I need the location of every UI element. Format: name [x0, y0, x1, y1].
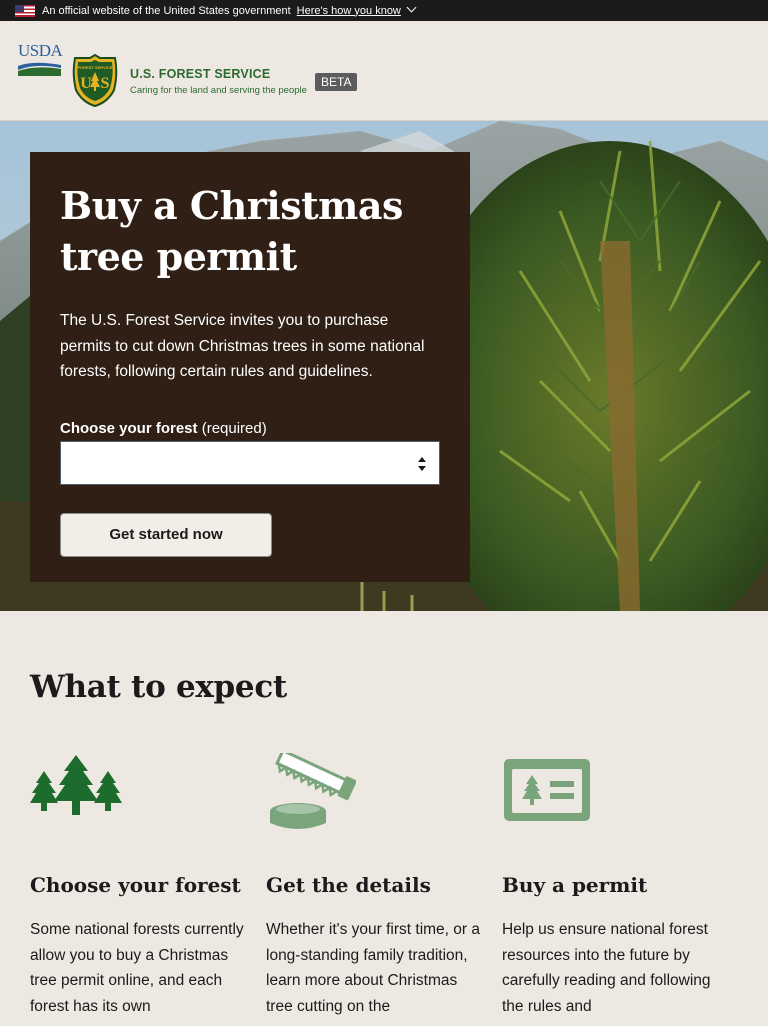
- hero-card: Buy a Christmas tree permit The U.S. For…: [30, 152, 470, 582]
- svg-text:U: U: [80, 75, 92, 92]
- hero-section: Buy a Christmas tree permit The U.S. For…: [0, 121, 768, 611]
- agency-name: U.S. FOREST SERVICE: [130, 67, 271, 81]
- expect-columns: Choose your forest Some national forests…: [30, 748, 738, 1019]
- expect-item-buy-permit: Buy a permit Help us ensure national for…: [502, 753, 738, 1019]
- saw-stump-icon: [270, 748, 357, 829]
- usda-logo[interactable]: USDA: [18, 41, 63, 94]
- section-title: What to expect: [30, 669, 287, 705]
- get-started-button[interactable]: Get started now: [60, 512, 272, 557]
- forest-service-shield-icon[interactable]: FOREST SERVICE U S: [70, 54, 120, 107]
- usda-swoosh-icon: [18, 62, 61, 76]
- site-header: USDA FOREST SERVICE U S U.S. FOREST SERV…: [0, 21, 768, 121]
- gov-banner: An official website of the United States…: [0, 0, 768, 21]
- expect-item-get-details: Get the details Whether it's your first …: [266, 748, 502, 1019]
- forest-select-label: Choose your forest (required): [60, 420, 440, 437]
- expect-item-title: Choose your forest: [30, 873, 241, 897]
- page-title: Buy a Christmas tree permit: [60, 183, 403, 279]
- required-indicator: (required): [201, 419, 267, 437]
- expect-item-text: Some national forests currently allow yo…: [30, 921, 244, 1015]
- forest-select-label-text: Choose your forest: [60, 419, 198, 437]
- chevron-down-icon[interactable]: [406, 2, 417, 13]
- select-arrows-icon: [418, 456, 426, 471]
- what-to-expect-section: What to expect Choose your forest Some n…: [0, 611, 768, 1019]
- expect-item-text: Whether it's your first time, or a long-…: [266, 921, 480, 1015]
- beta-badge: BETA: [315, 73, 358, 91]
- agency-tagline: Caring for the land and serving the peop…: [130, 85, 307, 96]
- expect-item-title: Buy a permit: [502, 873, 648, 897]
- expect-item-title: Get the details: [266, 873, 431, 897]
- gov-banner-text: An official website of the United States…: [42, 4, 291, 17]
- us-flag-icon: [15, 4, 35, 17]
- trees-icon: [30, 755, 122, 815]
- expect-item-text: Help us ensure national forest resources…: [502, 921, 711, 1015]
- forest-select[interactable]: [60, 440, 440, 485]
- agency-identifier[interactable]: U.S. FOREST SERVICE Caring for the land …: [130, 67, 307, 96]
- svg-text:S: S: [101, 75, 110, 92]
- permit-card-icon: [504, 759, 590, 821]
- heres-how-you-know-link[interactable]: Here's how you know: [297, 5, 401, 17]
- expect-item-choose-forest: Choose your forest Some national forests…: [30, 753, 266, 1019]
- svg-text:FOREST SERVICE: FOREST SERVICE: [78, 65, 113, 70]
- hero-lead-text: The U.S. Forest Service invites you to p…: [60, 312, 425, 380]
- usda-logo-text: USDA: [18, 41, 63, 60]
